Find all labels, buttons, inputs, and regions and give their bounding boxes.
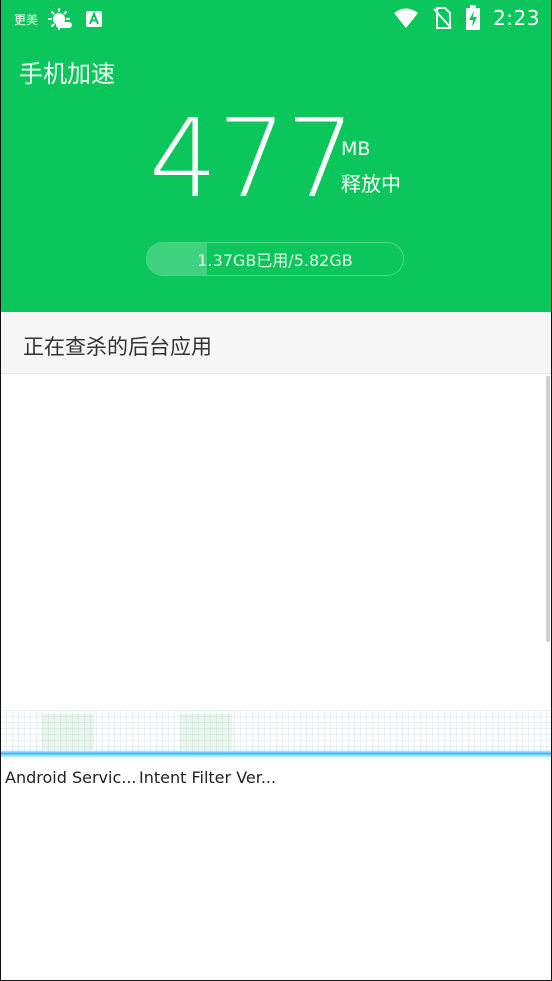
app-name-label: Intent Filter Ver... bbox=[139, 768, 277, 787]
status-bar: 更美 2:23 bbox=[0, 0, 552, 38]
scan-grid bbox=[0, 710, 552, 752]
released-unit: MB bbox=[341, 138, 371, 160]
scan-line bbox=[0, 750, 552, 758]
memory-usage-bar: 1.37GB已用/5.82GB bbox=[146, 242, 404, 276]
release-status: 释放中 bbox=[341, 172, 401, 196]
memory-usage-text: 1.37GB已用/5.82GB bbox=[197, 251, 353, 270]
wifi-icon bbox=[393, 7, 419, 29]
weather-icon bbox=[48, 8, 74, 30]
battery-charging-icon bbox=[465, 5, 481, 31]
app-a-icon bbox=[84, 9, 104, 29]
list-scrollbar[interactable] bbox=[546, 376, 550, 642]
section-title: 正在查杀的后台应用 bbox=[23, 335, 212, 359]
section-header: 正在查杀的后台应用 bbox=[0, 312, 552, 374]
no-sim-icon bbox=[431, 6, 453, 30]
released-amount: 477 bbox=[149, 97, 356, 222]
status-time: 2:23 bbox=[493, 6, 540, 30]
status-carrier-text: 更美 bbox=[14, 12, 39, 27]
app-name-label: Android Servic... bbox=[5, 768, 137, 787]
app-list[interactable]: Android Servic... Intent Filter Ver... bbox=[0, 374, 552, 981]
page-title: 手机加速 bbox=[19, 60, 115, 88]
